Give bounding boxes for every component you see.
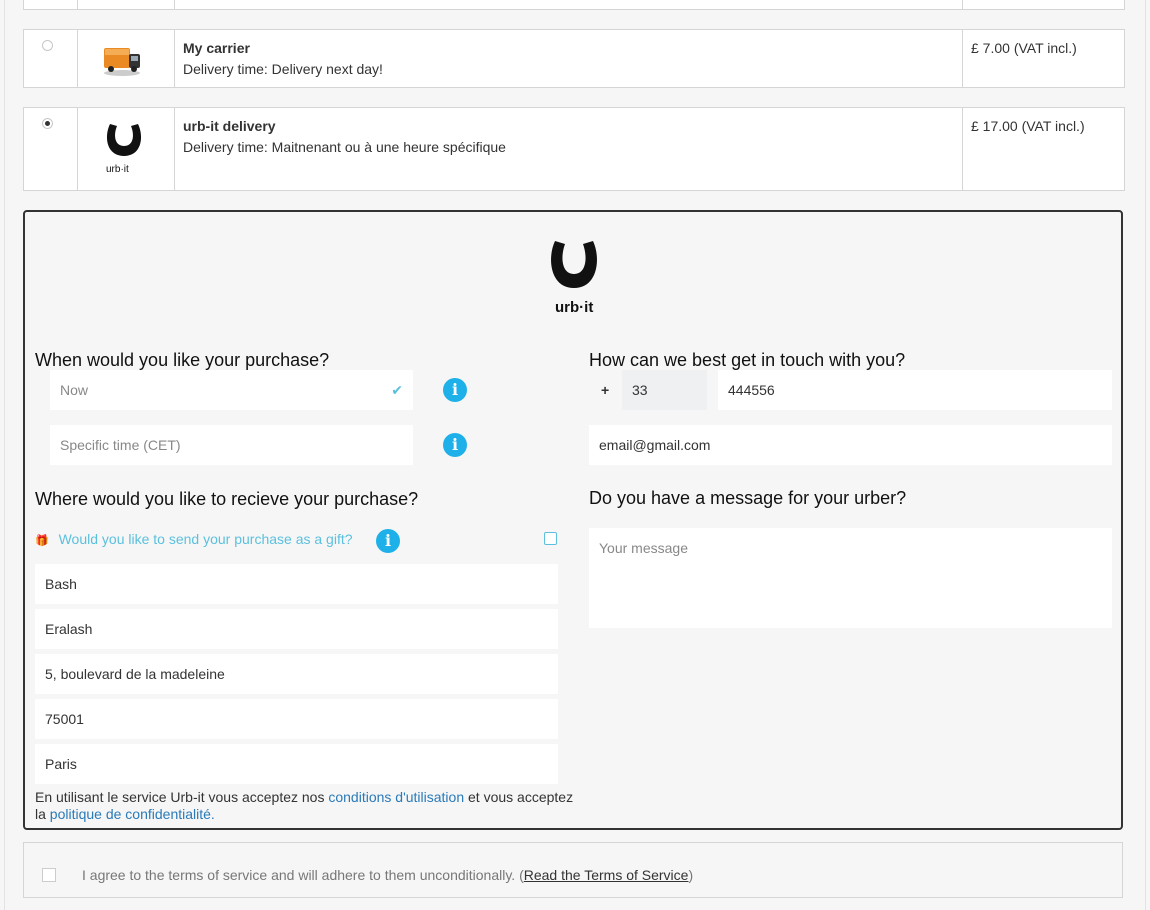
urbit-logo — [551, 241, 597, 288]
message-textarea[interactable]: Your message — [589, 528, 1112, 628]
carrier-name: urb-it delivery — [183, 118, 276, 134]
carrier-row-urbit[interactable]: urb·it urb-it delivery Delivery time: Ma… — [23, 107, 1125, 191]
terms-box: I agree to the terms of service and will… — [23, 842, 1123, 898]
specific-time-input[interactable]: Specific time (CET) — [50, 425, 413, 465]
carrier-row-my-carrier[interactable]: My carrier Delivery time: Delivery next … — [23, 29, 1125, 88]
address-last-name[interactable]: Eralash — [35, 609, 558, 649]
terms-checkbox[interactable] — [42, 868, 56, 882]
phone-number-input[interactable]: 444556 — [718, 370, 1112, 410]
specific-time-placeholder: Specific time (CET) — [60, 437, 181, 453]
urbit-panel: urb·it When would you like your purchase… — [23, 210, 1123, 830]
phone-plus: + — [601, 382, 610, 398]
check-icon: ✔ — [391, 382, 403, 398]
urbit-logo-text: urb·it — [106, 164, 129, 175]
terms-of-use-link[interactable]: conditions d'utilisation — [328, 789, 464, 805]
carrier-name: My carrier — [183, 40, 250, 56]
address-street[interactable]: 5, boulevard de la madeleine — [35, 654, 558, 694]
truck-icon — [104, 48, 140, 76]
email-input[interactable]: email@gmail.com — [589, 425, 1112, 465]
address-first-name[interactable]: Bash — [35, 564, 558, 604]
terms-text: I agree to the terms of service and will… — [82, 867, 693, 883]
message-placeholder: Your message — [599, 540, 688, 556]
urbit-logo — [106, 124, 142, 156]
carrier-radio-selected[interactable] — [42, 118, 53, 129]
legal-mid: et vous acceptez — [464, 789, 574, 805]
privacy-policy-link[interactable]: politique de confidentialité. — [50, 806, 215, 822]
info-icon[interactable]: i — [443, 433, 467, 457]
terms-link[interactable]: Read the Terms of Service — [524, 867, 689, 883]
legal-text: En utilisant le service Urb-it vous acce… — [35, 789, 595, 823]
time-now-option[interactable]: Now ✔ — [50, 370, 413, 410]
urbit-logo-text: urb·it — [555, 299, 594, 316]
legal-line2-pre: la — [35, 806, 50, 822]
gift-option[interactable]: 🎁 Would you like to send your purchase a… — [35, 531, 353, 547]
carrier-radio[interactable] — [42, 40, 53, 51]
terms-label: I agree to the terms of service and will… — [82, 867, 524, 883]
carrier-delay: Delivery time: Maitnenant ou à une heure… — [183, 139, 506, 155]
legal-pre: En utilisant le service Urb-it vous acce… — [35, 789, 329, 805]
carrier-price: £ 17.00 (VAT incl.) — [971, 118, 1085, 134]
gift-icon: 🎁 — [35, 535, 49, 547]
contact-title: How can we best get in touch with you? — [589, 350, 906, 370]
message-title: Do you have a message for your urber? — [589, 488, 907, 508]
time-now-label: Now — [60, 382, 89, 398]
info-icon[interactable]: i — [443, 378, 467, 402]
gift-checkbox[interactable] — [544, 532, 557, 545]
carrier-price: £ 7.00 (VAT incl.) — [971, 40, 1077, 56]
info-icon[interactable]: i — [376, 529, 400, 553]
carrier-delay: Delivery time: Delivery next day! — [183, 61, 383, 77]
when-title: When would you like your purchase? — [35, 350, 330, 370]
carrier-row-partial — [23, 0, 1125, 10]
terms-close: ) — [688, 867, 694, 883]
gift-label: Would you like to send your purchase as … — [58, 531, 353, 547]
address-postcode[interactable]: 75001 — [35, 699, 558, 739]
where-title: Where would you like to recieve your pur… — [35, 489, 419, 509]
phone-prefix-input[interactable]: 33 — [622, 370, 707, 410]
address-city[interactable]: Paris — [35, 744, 558, 784]
